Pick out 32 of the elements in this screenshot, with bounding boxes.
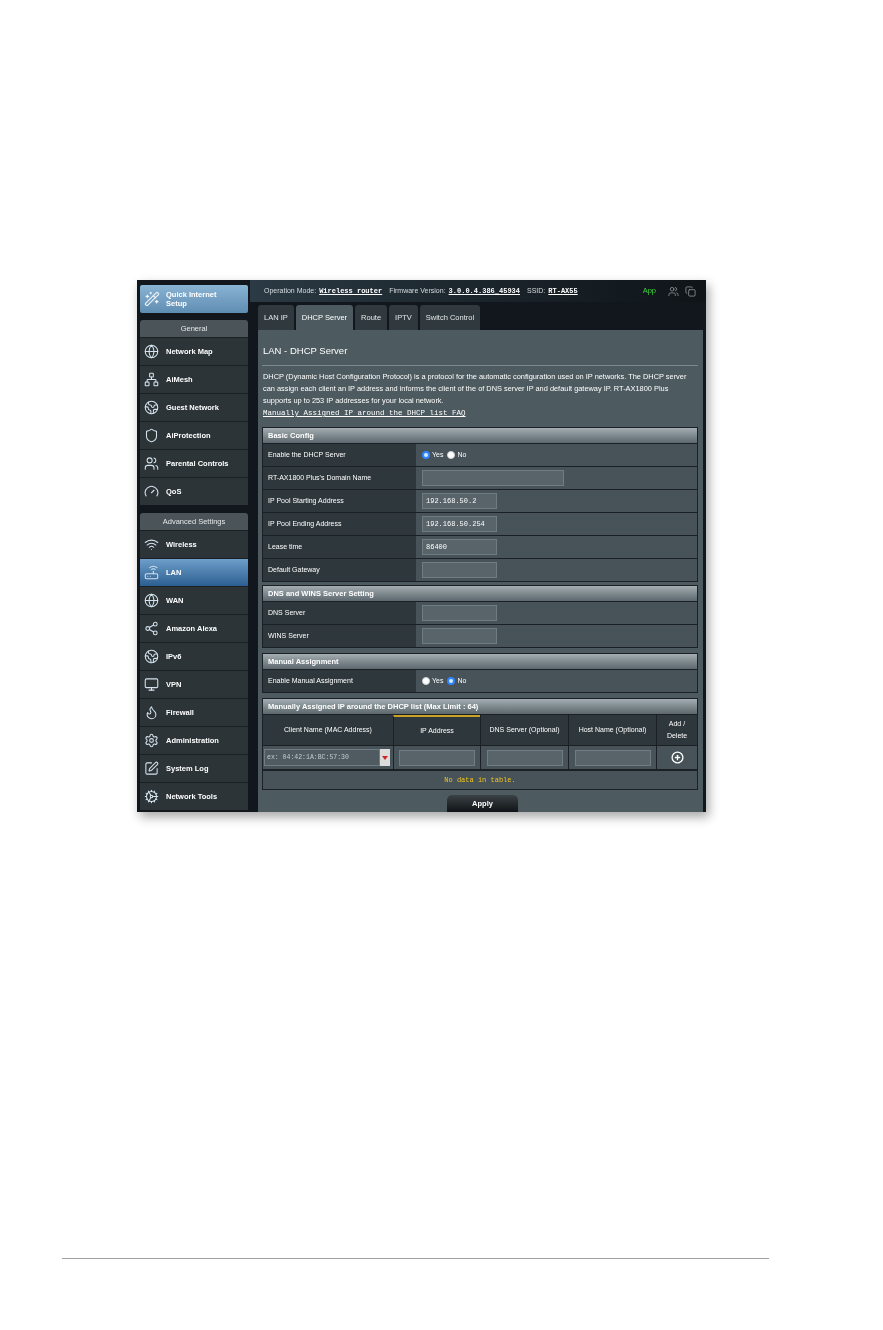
globe-icon xyxy=(144,400,159,415)
page-title: LAN - DHCP Server xyxy=(263,345,349,357)
monitor-icon xyxy=(144,677,159,692)
copy-icon[interactable] xyxy=(685,285,696,297)
wand-icon xyxy=(144,291,160,307)
globe-icon xyxy=(144,593,159,608)
users-icon[interactable] xyxy=(668,285,679,297)
radio-button[interactable] xyxy=(422,451,430,459)
text-field[interactable] xyxy=(422,470,564,486)
text-field[interactable] xyxy=(574,749,651,766)
shield-icon xyxy=(144,428,159,443)
router-icon xyxy=(144,565,159,580)
flame-icon xyxy=(144,705,159,720)
wifi-icon xyxy=(144,537,159,552)
settings-icon xyxy=(144,733,159,748)
text-field[interactable] xyxy=(422,628,497,644)
text-field[interactable] xyxy=(422,605,497,621)
globe-icon xyxy=(144,649,159,664)
gauge-icon xyxy=(144,484,159,499)
add-icon[interactable] xyxy=(670,751,684,764)
gear-icon xyxy=(144,789,159,804)
dropdown-button[interactable] xyxy=(380,749,390,766)
users-icon xyxy=(144,456,159,471)
caret-icon xyxy=(382,755,388,760)
text-field[interactable] xyxy=(399,749,475,766)
edit-icon xyxy=(144,761,159,776)
connected-nodes-icon xyxy=(144,621,159,636)
text-field[interactable] xyxy=(486,749,563,766)
network-icon xyxy=(144,372,159,387)
radio-button[interactable] xyxy=(447,677,456,685)
globe-icon xyxy=(144,344,159,359)
text-field[interactable] xyxy=(422,562,497,578)
